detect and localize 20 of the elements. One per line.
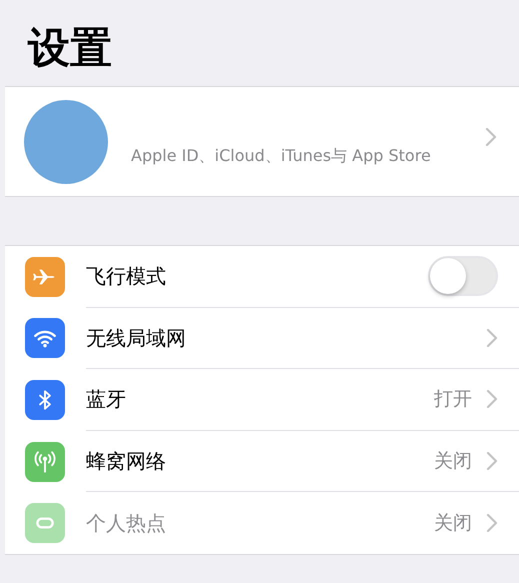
setting-row[interactable]: 蓝牙 打开 xyxy=(5,369,519,431)
chevron-icon xyxy=(486,452,498,470)
page-title: 设置 xyxy=(28,22,112,74)
toggle-switch[interactable] xyxy=(428,256,498,296)
setting-row[interactable]: 无线局域网 xyxy=(5,308,519,370)
setting-label: 蜂窝网络 xyxy=(86,448,166,476)
setting-label: 蓝牙 xyxy=(86,386,126,414)
chevron-icon xyxy=(486,390,498,408)
setting-label: 个人热点 xyxy=(86,510,166,538)
profile-subtitle: Apple ID、iCloud、iTunes与 App Store xyxy=(131,144,431,166)
setting-value: 关闭 xyxy=(434,448,472,474)
chevron-icon xyxy=(486,514,498,532)
setting-label: 无线局域网 xyxy=(86,324,186,352)
setting-row[interactable]: 蜂窝网络 关闭 xyxy=(5,430,519,492)
setting-value: 打开 xyxy=(434,387,472,412)
setting-value: 关闭 xyxy=(434,510,472,536)
setting-label: 飞行模式 xyxy=(86,263,166,290)
setting-row[interactable]: 飞行模式 xyxy=(5,246,519,308)
chevron-icon xyxy=(485,128,497,146)
chevron-icon xyxy=(486,328,498,347)
